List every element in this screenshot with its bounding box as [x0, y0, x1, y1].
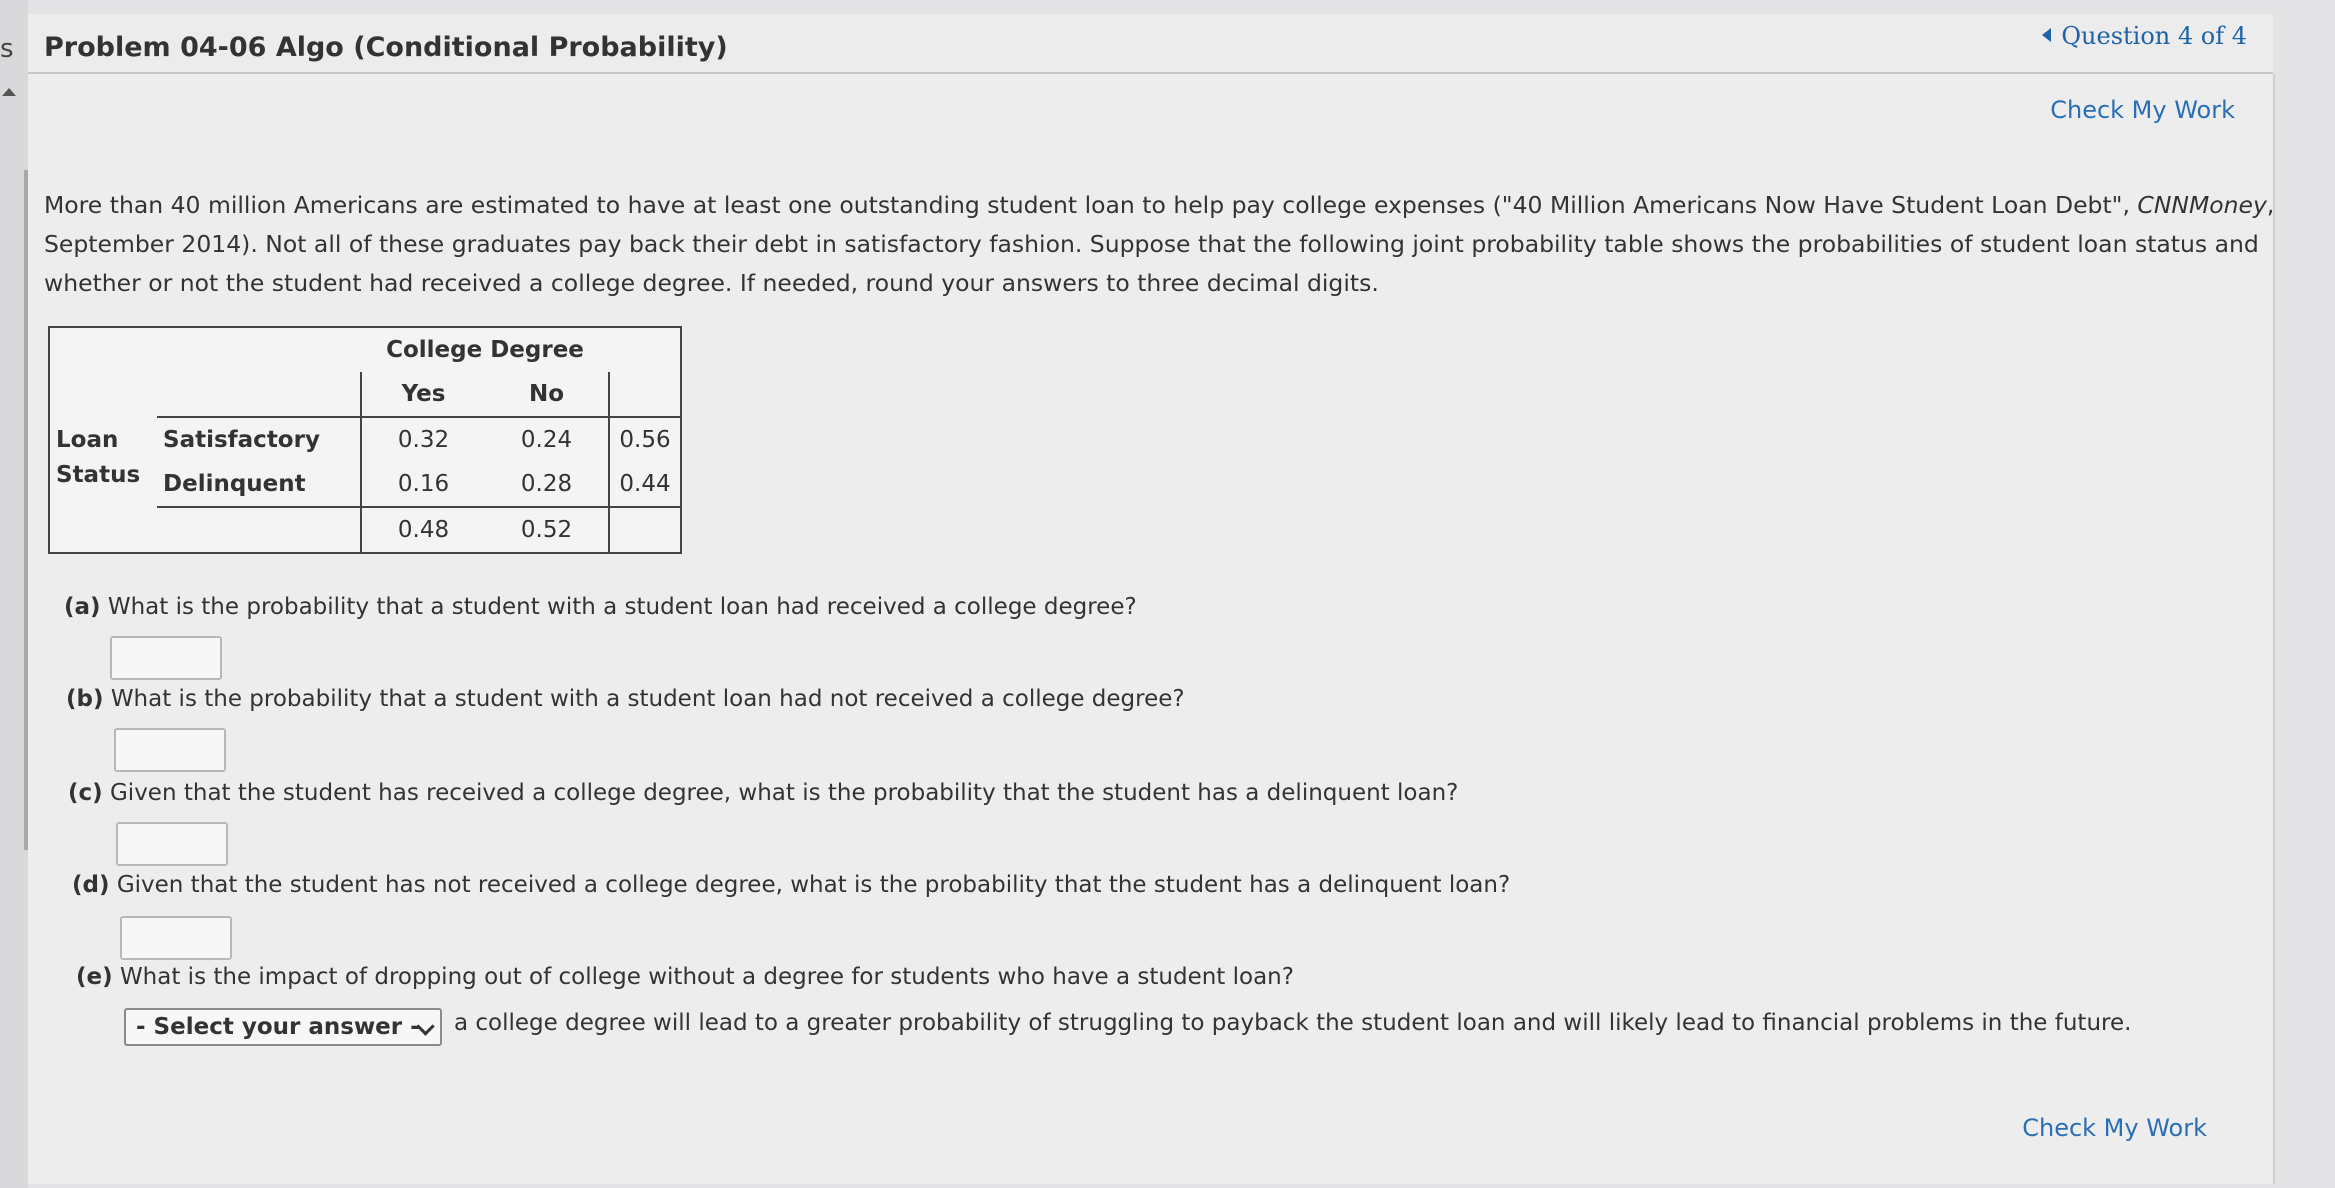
question-d-text: Given that the student has not received …: [116, 872, 1511, 898]
row-group-label-1: Loan: [56, 426, 119, 453]
question-panel: Check My Work More than 40 million Ameri…: [28, 74, 2275, 1184]
cell-satisfactory-no: 0.24: [485, 416, 609, 462]
left-rail-letter: s: [0, 34, 14, 64]
problem-intro: More than 40 million Americans are estim…: [44, 186, 2284, 303]
question-a-text: What is the probability that a student w…: [107, 594, 1137, 620]
col-group-header: College Degree: [386, 337, 584, 363]
check-my-work-button-bottom[interactable]: Check My Work: [2022, 1114, 2207, 1142]
question-c-text: Given that the student has received a co…: [109, 780, 1459, 806]
question-d-tag: (d): [72, 872, 110, 898]
question-e-tag: (e): [76, 964, 113, 990]
row-label-delinquent: Delinquent: [157, 462, 361, 508]
question-e-text: What is the impact of dropping out of co…: [119, 964, 1294, 990]
answer-e-sentence: a college degree will lead to a greater …: [454, 1010, 2132, 1036]
row-group-label-2: Status: [56, 462, 141, 488]
cell-delinquent-no: 0.28: [485, 462, 609, 508]
answer-d-input[interactable]: [120, 916, 232, 960]
col-header-no: No: [528, 381, 565, 407]
question-b-text: What is the probability that a student w…: [110, 686, 1185, 712]
cell-satisfactory-total: 0.56: [608, 417, 681, 462]
intro-source: CNNMoney: [2137, 191, 2267, 219]
cell-total-no: 0.52: [520, 517, 573, 543]
answer-e-select[interactable]: - Select your answer -: [124, 1008, 442, 1046]
joint-probability-table: College Degree Yes No Loan Satisfactory …: [48, 326, 682, 554]
problem-header: Problem 04-06 Algo (Conditional Probabil…: [28, 14, 2273, 74]
question-e: (e) What is the impact of dropping out o…: [76, 964, 1294, 990]
cell-total-yes: 0.48: [360, 507, 485, 553]
answer-a-input[interactable]: [110, 636, 222, 680]
previous-arrow-icon[interactable]: [2042, 28, 2052, 42]
check-my-work-button-top[interactable]: Check My Work: [2050, 96, 2235, 124]
problem-title: Problem 04-06 Algo (Conditional Probabil…: [44, 32, 728, 63]
question-c-tag: (c): [68, 780, 103, 806]
answer-e-select-value[interactable]: - Select your answer -: [136, 1014, 420, 1040]
collapse-caret-icon[interactable]: [2, 88, 16, 96]
row-label-satisfactory: Satisfactory: [163, 427, 320, 453]
question-d: (d) Given that the student has not recei…: [72, 872, 1510, 898]
question-b-tag: (b): [66, 686, 104, 712]
cell-delinquent-yes: 0.16: [360, 462, 485, 508]
cell-satisfactory-yes: 0.32: [360, 416, 485, 462]
question-b: (b) What is the probability that a stude…: [66, 686, 1185, 712]
question-a: (a) What is the probability that a stude…: [64, 594, 1137, 620]
question-nav-link[interactable]: Question 4 of 4: [2042, 22, 2247, 50]
answer-c-input[interactable]: [116, 822, 228, 866]
question-c: (c) Given that the student has received …: [68, 780, 1458, 806]
cell-delinquent-total: 0.44: [608, 462, 681, 508]
question-nav-label[interactable]: Question 4 of 4: [2061, 22, 2247, 50]
answer-b-input[interactable]: [114, 728, 226, 772]
intro-text-1: More than 40 million Americans are estim…: [44, 191, 2138, 219]
col-header-yes: Yes: [360, 372, 485, 417]
question-a-tag: (a): [64, 594, 101, 620]
